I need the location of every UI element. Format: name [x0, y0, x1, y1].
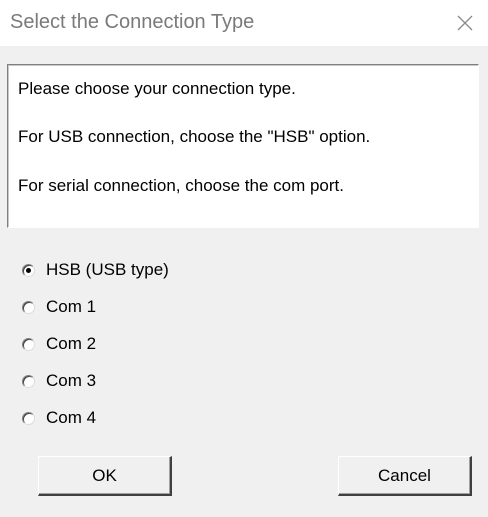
radio-label-com3: Com 3 [46, 371, 97, 390]
title-bar: Select the Connection Type [0, 0, 488, 46]
radio-label-com2: Com 2 [46, 334, 97, 353]
radio-button-com4[interactable] [22, 411, 35, 425]
radio-button-com1[interactable] [22, 300, 35, 314]
radio-label-com1: Com 1 [46, 297, 97, 316]
radio-option-com4[interactable]: Com 4 [22, 405, 96, 431]
info-text-usb: For USB connection, choose the "HSB" opt… [18, 127, 371, 146]
ok-button[interactable]: OK [38, 456, 172, 496]
radio-label-com4: Com 4 [46, 408, 97, 427]
radio-option-hsb[interactable]: HSB (USB type) [22, 257, 169, 283]
radio-option-com1[interactable]: Com 1 [22, 294, 96, 320]
radio-button-hsb[interactable] [22, 263, 35, 277]
radio-button-com2[interactable] [22, 337, 35, 351]
radio-button-com3[interactable] [22, 374, 35, 388]
info-text-choose-type: Please choose your connection type. [18, 79, 296, 98]
radio-option-com2[interactable]: Com 2 [22, 331, 96, 357]
info-panel: Please choose your connection type. For … [7, 64, 479, 228]
close-icon [457, 15, 473, 31]
cancel-button[interactable]: Cancel [338, 456, 472, 496]
radio-option-com3[interactable]: Com 3 [22, 368, 96, 394]
close-button[interactable] [442, 0, 488, 46]
radio-label-hsb: HSB (USB type) [46, 260, 169, 279]
window-title: Select the Connection Type [10, 11, 255, 33]
info-text-serial: For serial connection, choose the com po… [18, 176, 344, 195]
